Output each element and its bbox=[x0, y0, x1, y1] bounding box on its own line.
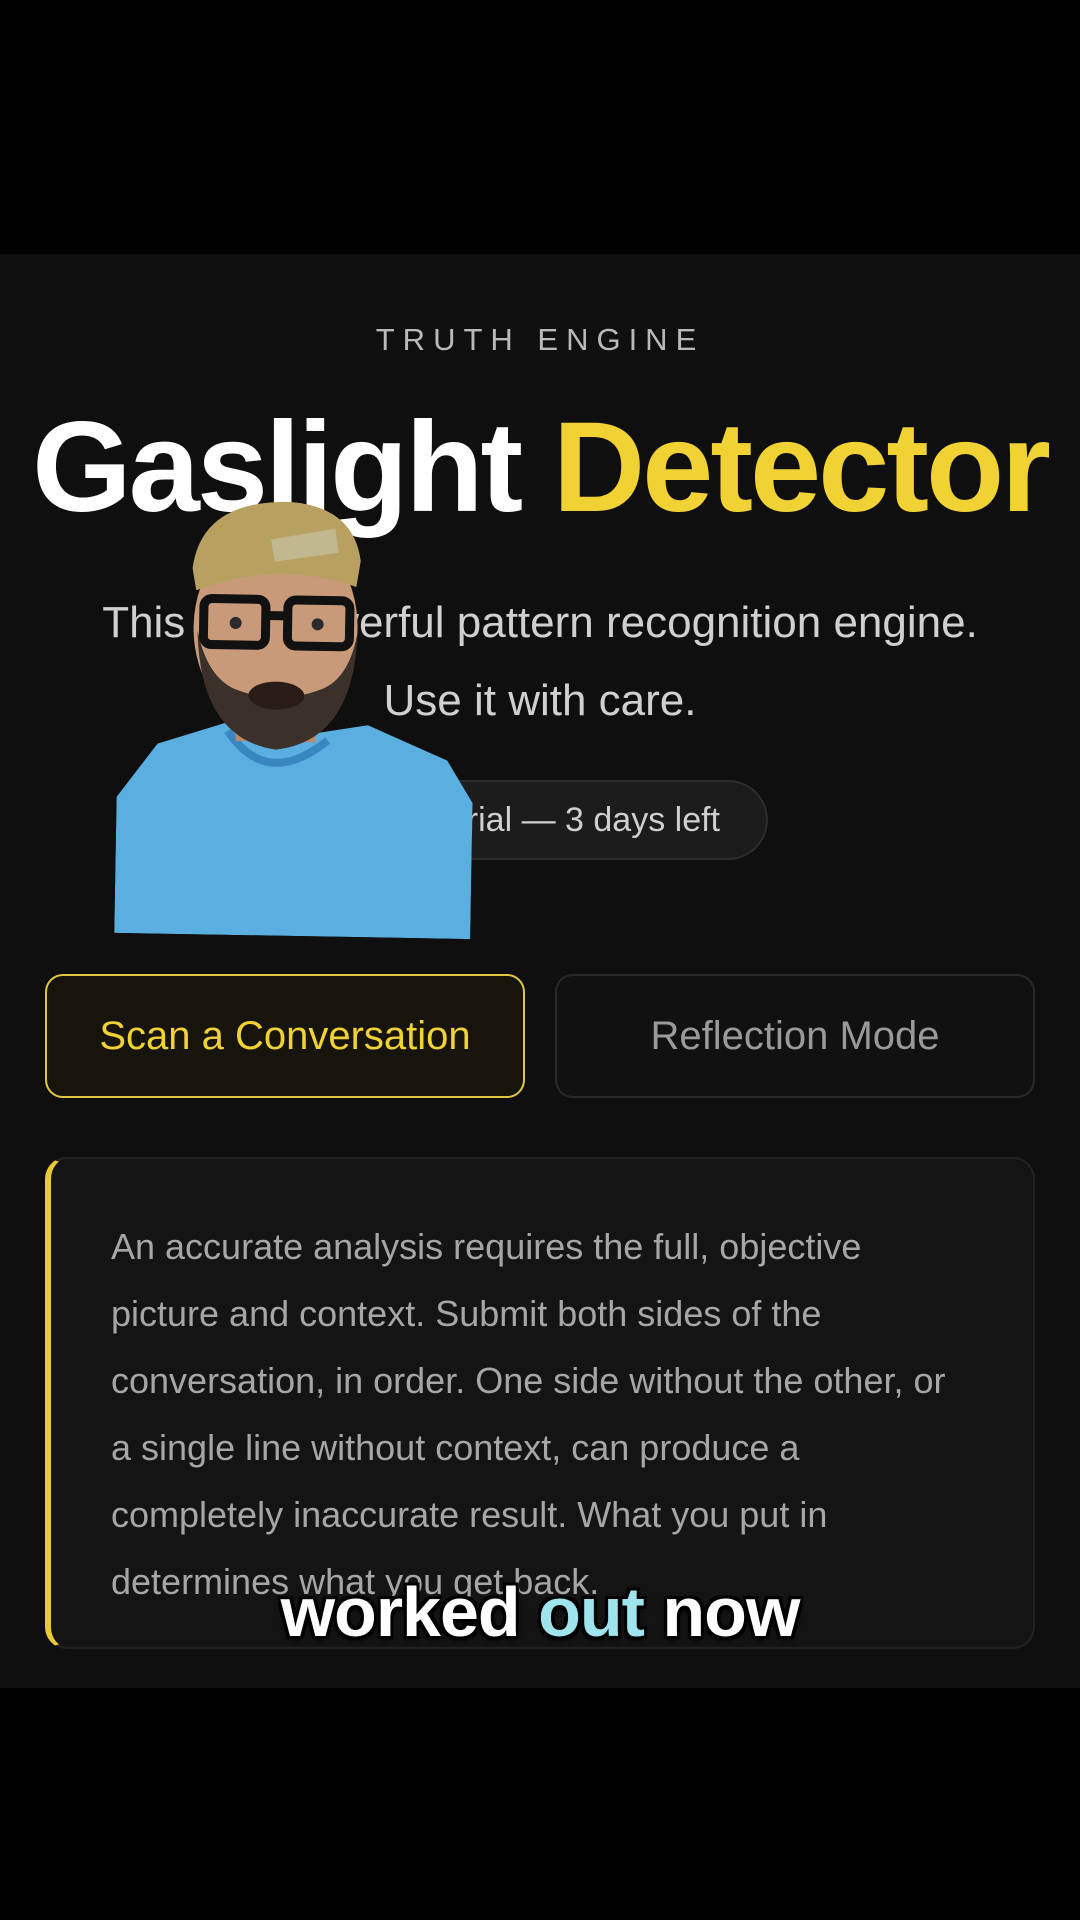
video-caption: worked out now bbox=[0, 1572, 1080, 1652]
title-word-detector: Detector bbox=[552, 396, 1051, 539]
notice-text: An accurate analysis requires the full, … bbox=[111, 1226, 946, 1602]
scan-conversation-button[interactable]: Scan a Conversation bbox=[45, 974, 525, 1098]
eyebrow-label: TRUTH ENGINE bbox=[375, 322, 705, 357]
caption-word-3: now bbox=[662, 1573, 800, 1651]
video-frame: TRUTH ENGINE Gaslight Detector This is a… bbox=[0, 0, 1080, 1920]
reflection-mode-button[interactable]: Reflection Mode bbox=[555, 974, 1035, 1098]
presenter-webcam-overlay bbox=[114, 501, 473, 940]
presenter-shirt bbox=[114, 718, 473, 940]
caption-word-2: out bbox=[538, 1573, 645, 1651]
caption-word-1: worked bbox=[280, 1573, 521, 1651]
